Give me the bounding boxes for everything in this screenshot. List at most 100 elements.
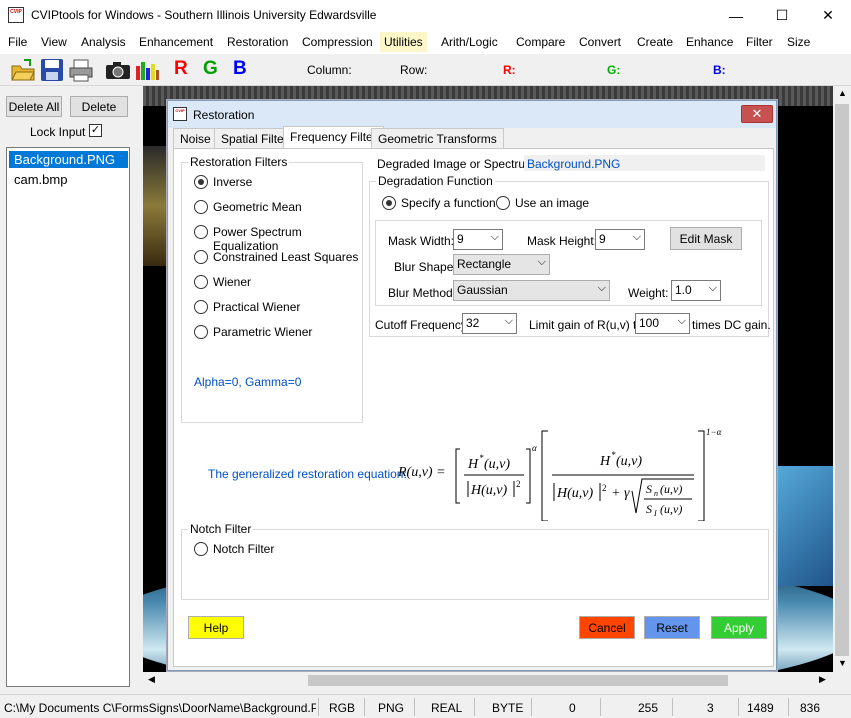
tab-geometric-transforms[interactable]: Geometric Transforms	[371, 128, 504, 148]
list-item[interactable]: Background.PNG	[9, 151, 128, 168]
scroll-right-icon[interactable]: ▶	[819, 674, 826, 685]
vertical-scrollbar[interactable]: ▲ ▼	[833, 86, 851, 672]
dialog-title: Restoration	[193, 108, 255, 122]
menu-convert[interactable]: Convert	[579, 35, 621, 49]
menu-size[interactable]: Size	[787, 35, 810, 49]
menu-enhancement[interactable]: Enhancement	[139, 35, 213, 49]
red-channel-button[interactable]: R	[174, 58, 188, 80]
radio-power-spectrum-equalization[interactable]: Power Spectrum Equalization	[194, 225, 362, 253]
cutoff-frequency-label: Cutoff Frequency	[375, 318, 467, 332]
maximize-button[interactable]: ☐	[759, 0, 805, 31]
svg-text:(u,v): (u,v)	[660, 482, 682, 496]
chevron-down-icon: ⌵	[490, 231, 499, 243]
menu-analysis[interactable]: Analysis	[81, 35, 126, 49]
frequency-filter-panel: Restoration Filters Inverse Geometric Me…	[173, 148, 774, 667]
camera-icon[interactable]	[105, 60, 131, 80]
menu-arith-logic[interactable]: Arith/Logic	[441, 35, 498, 49]
degradation-function-group: Degradation Function Specify a function …	[369, 174, 769, 337]
status-data-format: REAL	[431, 701, 463, 715]
delete-all-button[interactable]: Delete All	[6, 96, 62, 117]
blue-channel-button[interactable]: B	[233, 58, 247, 80]
menu-compression[interactable]: Compression	[302, 35, 373, 49]
chevron-down-icon: ⌵	[632, 231, 641, 243]
r-value-label: R:	[503, 63, 516, 77]
svg-text:(u,v): (u,v)	[616, 454, 642, 469]
status-height: 836	[800, 701, 821, 715]
radio-geometric-mean[interactable]: Geometric Mean	[194, 200, 302, 216]
weight-combo[interactable]: 1.0 ⌵	[671, 280, 721, 301]
menu-file[interactable]: File	[8, 35, 27, 49]
menu-enhance[interactable]: Enhance	[686, 35, 733, 49]
help-button[interactable]: Help	[188, 616, 244, 639]
mask-width-combo[interactable]: 9 ⌵	[453, 229, 503, 250]
print-icon[interactable]	[68, 58, 94, 82]
scroll-left-icon[interactable]: ◀	[148, 674, 155, 685]
window-title: CVIPtools for Windows - Southern Illinoi…	[31, 8, 377, 22]
svg-text:H: H	[467, 457, 479, 472]
status-data-type: BYTE	[492, 701, 524, 715]
save-icon[interactable]	[40, 58, 64, 82]
file-list[interactable]: Background.PNG cam.bmp	[6, 147, 130, 687]
notch-filter-title: Notch Filter	[188, 522, 254, 536]
status-width: 1489	[747, 701, 774, 715]
blur-shape-label: Blur Shape:	[394, 260, 457, 274]
delete-button[interactable]: Delete	[70, 96, 128, 117]
cutoff-frequency-combo[interactable]: 32 ⌵	[462, 313, 517, 334]
list-item[interactable]: cam.bmp	[9, 171, 128, 188]
green-channel-button[interactable]: G	[203, 58, 218, 80]
blur-shape-combo[interactable]: Rectangle ⌵	[453, 254, 550, 275]
blur-method-combo[interactable]: Gaussian ⌵	[453, 280, 610, 301]
radio-wiener[interactable]: Wiener	[194, 275, 251, 291]
tab-noise[interactable]: Noise	[173, 128, 218, 148]
svg-text:1−α: 1−α	[706, 427, 722, 437]
title-bar: CVIP CVIPtools for Windows - Southern Il…	[0, 0, 851, 31]
scroll-down-icon[interactable]: ▼	[838, 658, 847, 668]
lock-input-checkbox[interactable]: ✓	[89, 124, 102, 137]
radio-inverse[interactable]: Inverse	[194, 175, 252, 191]
apply-button[interactable]: Apply	[711, 616, 767, 639]
tab-frequency-filter[interactable]: Frequency Filter	[283, 126, 384, 149]
radio-use-image[interactable]: Use an image	[496, 196, 589, 212]
radio-specify-function[interactable]: Specify a function	[382, 196, 496, 212]
horizontal-scrollbar[interactable]: ◀ ▶	[143, 672, 833, 689]
radio-notch-filter[interactable]: Notch Filter	[194, 542, 274, 558]
svg-text:R(u,v) =: R(u,v) =	[397, 465, 446, 480]
mask-height-combo[interactable]: 9 ⌵	[595, 229, 645, 250]
mask-settings-group: Mask Width: 9 ⌵ Mask Height: 9 ⌵ Edit Mask…	[375, 220, 762, 306]
svg-text:H(u,v): H(u,v)	[470, 483, 507, 498]
blur-method-label: Blur Method:	[388, 286, 457, 300]
dialog-icon: CVIP	[173, 107, 187, 121]
limit-gain-suffix: times DC gain.	[692, 318, 771, 332]
svg-text:S: S	[646, 482, 652, 496]
svg-text:n: n	[654, 489, 658, 498]
svg-text:(u,v): (u,v)	[484, 457, 510, 472]
menu-create[interactable]: Create	[637, 35, 673, 49]
b-value-label: B:	[713, 63, 726, 77]
status-format: PNG	[378, 701, 405, 715]
menu-compare[interactable]: Compare	[516, 35, 565, 49]
limit-gain-combo[interactable]: 100 ⌵	[635, 313, 690, 334]
menu-view[interactable]: View	[41, 35, 67, 49]
menu-utilities[interactable]: Utilities	[380, 32, 427, 52]
edit-mask-button[interactable]: Edit Mask	[670, 227, 742, 250]
dialog-close-button[interactable]: ✕	[741, 105, 773, 123]
close-button[interactable]: ✕	[805, 0, 851, 31]
restoration-filters-title: Restoration Filters	[188, 155, 290, 169]
menu-bar: File View Analysis Enhancement Restorati…	[0, 31, 851, 54]
menu-restoration[interactable]: Restoration	[227, 35, 288, 49]
svg-text:S: S	[646, 502, 652, 516]
menu-filter[interactable]: Filter	[746, 35, 773, 49]
minimize-button[interactable]: —	[713, 0, 759, 31]
radio-practical-wiener[interactable]: Practical Wiener	[194, 300, 300, 316]
radio-parametric-wiener[interactable]: Parametric Wiener	[194, 325, 312, 341]
radio-constrained-least-squares[interactable]: Constrained Least Squares	[194, 250, 358, 266]
dialog-title-bar: CVIP Restoration ✕	[168, 101, 776, 128]
svg-text:γ: γ	[624, 486, 630, 501]
histogram-icon[interactable]	[134, 58, 160, 82]
app-icon: CVIP	[8, 7, 24, 23]
reset-button[interactable]: Reset	[644, 616, 700, 639]
equation-label: The generalized restoration equation:	[208, 467, 407, 481]
cancel-button[interactable]: Cancel	[579, 616, 635, 639]
scroll-up-icon[interactable]: ▲	[838, 88, 847, 98]
open-folder-icon[interactable]	[10, 58, 36, 82]
